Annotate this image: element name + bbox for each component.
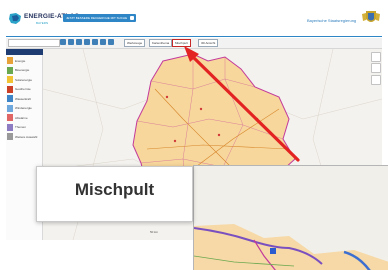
annotation-arrow xyxy=(184,46,300,162)
application-screenshot: ENERGIE-ATLAS BAYERN JETZT BESSERE RECHE… xyxy=(0,0,388,270)
